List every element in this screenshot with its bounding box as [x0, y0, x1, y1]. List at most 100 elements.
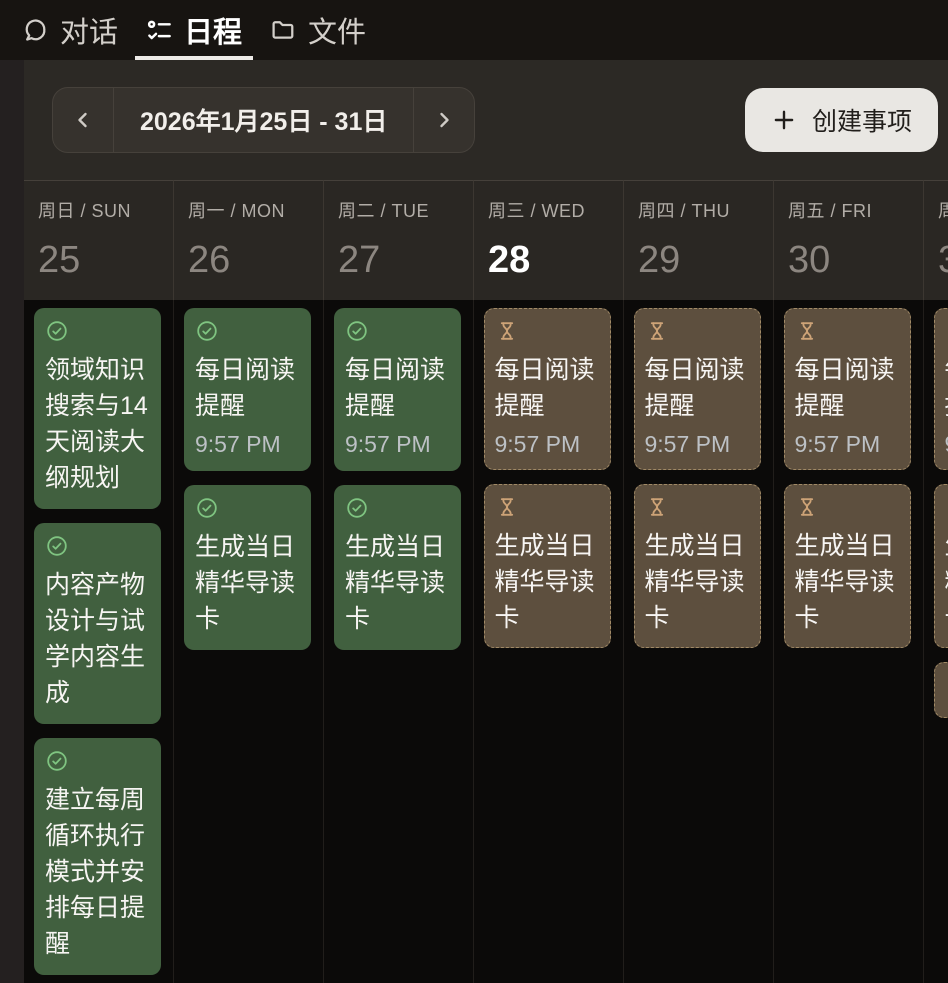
day-number: 31: [938, 239, 948, 282]
event-title: 生成当日精华导读卡: [495, 528, 603, 636]
event-title: 生成当日精华导读卡: [345, 529, 452, 637]
day-column-25: 周日 / SUN 25 领域知识搜索与14天阅读大纲规划 内容产物设计与试学内容…: [24, 180, 174, 983]
day-number: 28: [488, 239, 623, 282]
event-title: 生成当日精华导读卡: [195, 529, 302, 637]
tab-chat[interactable]: 对话: [8, 0, 132, 60]
event-title: 每日阅读提醒: [945, 352, 948, 424]
plus-icon: [771, 107, 797, 133]
event-title: 生成当日精华导读卡: [795, 528, 903, 636]
tab-chat-label: 对话: [60, 9, 118, 51]
event-card[interactable]: 每日阅读提醒 9:57 PM: [934, 308, 948, 470]
chevron-left-icon: [71, 108, 95, 132]
day-events-area: 领域知识搜索与14天阅读大纲规划 内容产物设计与试学内容生成 建立每周循环执行模…: [24, 300, 174, 983]
day-column-26: 周一 / MON 26 每日阅读提醒 9:57 PM 生成当日精华导读卡: [174, 180, 324, 983]
day-label: 周一 / MON: [188, 197, 323, 223]
day-number: 30: [788, 239, 923, 282]
event-title: 生成当日精华导读卡: [945, 528, 948, 636]
day-column-header[interactable]: 周三 / WED 28: [474, 180, 624, 300]
check-circle-icon: [195, 319, 219, 343]
hourglass-icon: [945, 673, 948, 697]
task-list-icon: [146, 17, 173, 44]
hourglass-icon: [495, 495, 519, 519]
tab-files-label: 文件: [308, 9, 366, 51]
check-circle-icon: [45, 319, 69, 343]
day-number: 25: [38, 239, 173, 282]
event-card[interactable]: 生成当日精华导读卡: [634, 484, 761, 648]
top-tab-bar: 对话 日程 文件: [0, 0, 948, 60]
event-card[interactable]: 每日阅读提醒 9:57 PM: [484, 308, 611, 470]
hourglass-icon: [495, 319, 519, 343]
day-label: 周六 / SAT: [938, 197, 948, 223]
check-circle-icon: [345, 496, 369, 520]
day-column-header[interactable]: 周二 / TUE 27: [324, 180, 474, 300]
create-event-button[interactable]: 创建事项: [745, 88, 938, 152]
hourglass-icon: [645, 319, 669, 343]
folder-icon: [270, 17, 297, 44]
day-column-header[interactable]: 周五 / FRI 30: [774, 180, 924, 300]
day-column-29: 周四 / THU 29 每日阅读提醒 9:57 PM 生成当日精华导读卡: [624, 180, 774, 983]
event-time: 9:57 PM: [795, 431, 903, 458]
day-events-area: 每日阅读提醒 9:57 PM 生成当日精华导读卡: [924, 300, 948, 983]
day-label: 周三 / WED: [488, 197, 623, 223]
check-circle-icon: [45, 534, 69, 558]
day-number: 27: [338, 239, 473, 282]
tab-schedule-label: 日程: [184, 9, 242, 51]
schedule-panel: 2026年1月25日 - 31日 创建事项 周日 / SUN 25: [0, 60, 948, 983]
calendar-toolbar: 2026年1月25日 - 31日 创建事项: [0, 60, 948, 180]
event-title: 每日阅读提醒: [495, 352, 603, 424]
event-card[interactable]: 每日阅读提醒 9:57 PM: [784, 308, 911, 470]
left-gutter: [0, 60, 24, 983]
day-column-header[interactable]: 周四 / THU 29: [624, 180, 774, 300]
event-card[interactable]: 生成当日精华导读卡: [934, 484, 948, 648]
week-calendar: 周日 / SUN 25 领域知识搜索与14天阅读大纲规划 内容产物设计与试学内容…: [24, 180, 948, 983]
prev-week-button[interactable]: [53, 88, 113, 152]
day-column-header[interactable]: 周一 / MON 26: [174, 180, 324, 300]
event-card[interactable]: 生成当日精华导读卡: [184, 485, 311, 650]
chevron-right-icon: [432, 108, 456, 132]
day-column-28: 周三 / WED 28 每日阅读提醒 9:57 PM 生成当日精华导读卡: [474, 180, 624, 983]
event-card[interactable]: 内容产物设计与试学内容生成: [34, 523, 161, 724]
event-title: 建立每周循环执行模式并安排每日提醒: [45, 782, 152, 962]
event-time: 9:57 PM: [495, 431, 603, 458]
day-events-area: 每日阅读提醒 9:57 PM 生成当日精华导读卡: [324, 300, 474, 983]
day-label: 周二 / TUE: [338, 197, 473, 223]
event-card[interactable]: 每日阅读提醒 9:57 PM: [334, 308, 461, 471]
event-card[interactable]: [934, 662, 948, 718]
hourglass-icon: [795, 495, 819, 519]
event-title: 内容产物设计与试学内容生成: [45, 567, 152, 711]
event-time: 9:57 PM: [195, 431, 302, 458]
chat-bubble-icon: [22, 17, 49, 44]
event-card[interactable]: 每日阅读提醒 9:57 PM: [184, 308, 311, 471]
event-time: 9:57 PM: [945, 431, 948, 458]
event-title: 生成当日精华导读卡: [645, 528, 753, 636]
day-column-31: 周六 / SAT 31 每日阅读提醒 9:57 PM 生成当日精华导读卡: [924, 180, 948, 983]
day-column-header[interactable]: 周日 / SUN 25: [24, 180, 174, 300]
hourglass-icon: [945, 495, 948, 519]
hourglass-icon: [945, 319, 948, 343]
event-card[interactable]: 建立每周循环执行模式并安排每日提醒: [34, 738, 161, 975]
tab-schedule[interactable]: 日程: [132, 0, 256, 60]
day-number: 29: [638, 239, 773, 282]
event-card[interactable]: 领域知识搜索与14天阅读大纲规划: [34, 308, 161, 509]
event-card[interactable]: 每日阅读提醒 9:57 PM: [634, 308, 761, 470]
day-number: 26: [188, 239, 323, 282]
date-range-label: 2026年1月25日 - 31日: [113, 88, 414, 152]
next-week-button[interactable]: [414, 88, 474, 152]
hourglass-icon: [645, 495, 669, 519]
day-column-header[interactable]: 周六 / SAT 31: [924, 180, 948, 300]
event-title: 每日阅读提醒: [645, 352, 753, 424]
event-title: 领域知识搜索与14天阅读大纲规划: [45, 352, 152, 496]
day-column-27: 周二 / TUE 27 每日阅读提醒 9:57 PM 生成当日精华导读卡: [324, 180, 474, 983]
check-circle-icon: [195, 496, 219, 520]
check-circle-icon: [45, 749, 69, 773]
event-card[interactable]: 生成当日精华导读卡: [334, 485, 461, 650]
event-card[interactable]: 生成当日精华导读卡: [484, 484, 611, 648]
event-title: 每日阅读提醒: [195, 352, 302, 424]
date-range-navigator: 2026年1月25日 - 31日: [52, 87, 475, 153]
tab-files[interactable]: 文件: [256, 0, 380, 60]
day-label: 周四 / THU: [638, 197, 773, 223]
create-event-label: 创建事项: [812, 102, 912, 138]
day-events-area: 每日阅读提醒 9:57 PM 生成当日精华导读卡: [624, 300, 774, 983]
event-card[interactable]: 生成当日精华导读卡: [784, 484, 911, 648]
calendar-columns: 周日 / SUN 25 领域知识搜索与14天阅读大纲规划 内容产物设计与试学内容…: [24, 180, 948, 983]
